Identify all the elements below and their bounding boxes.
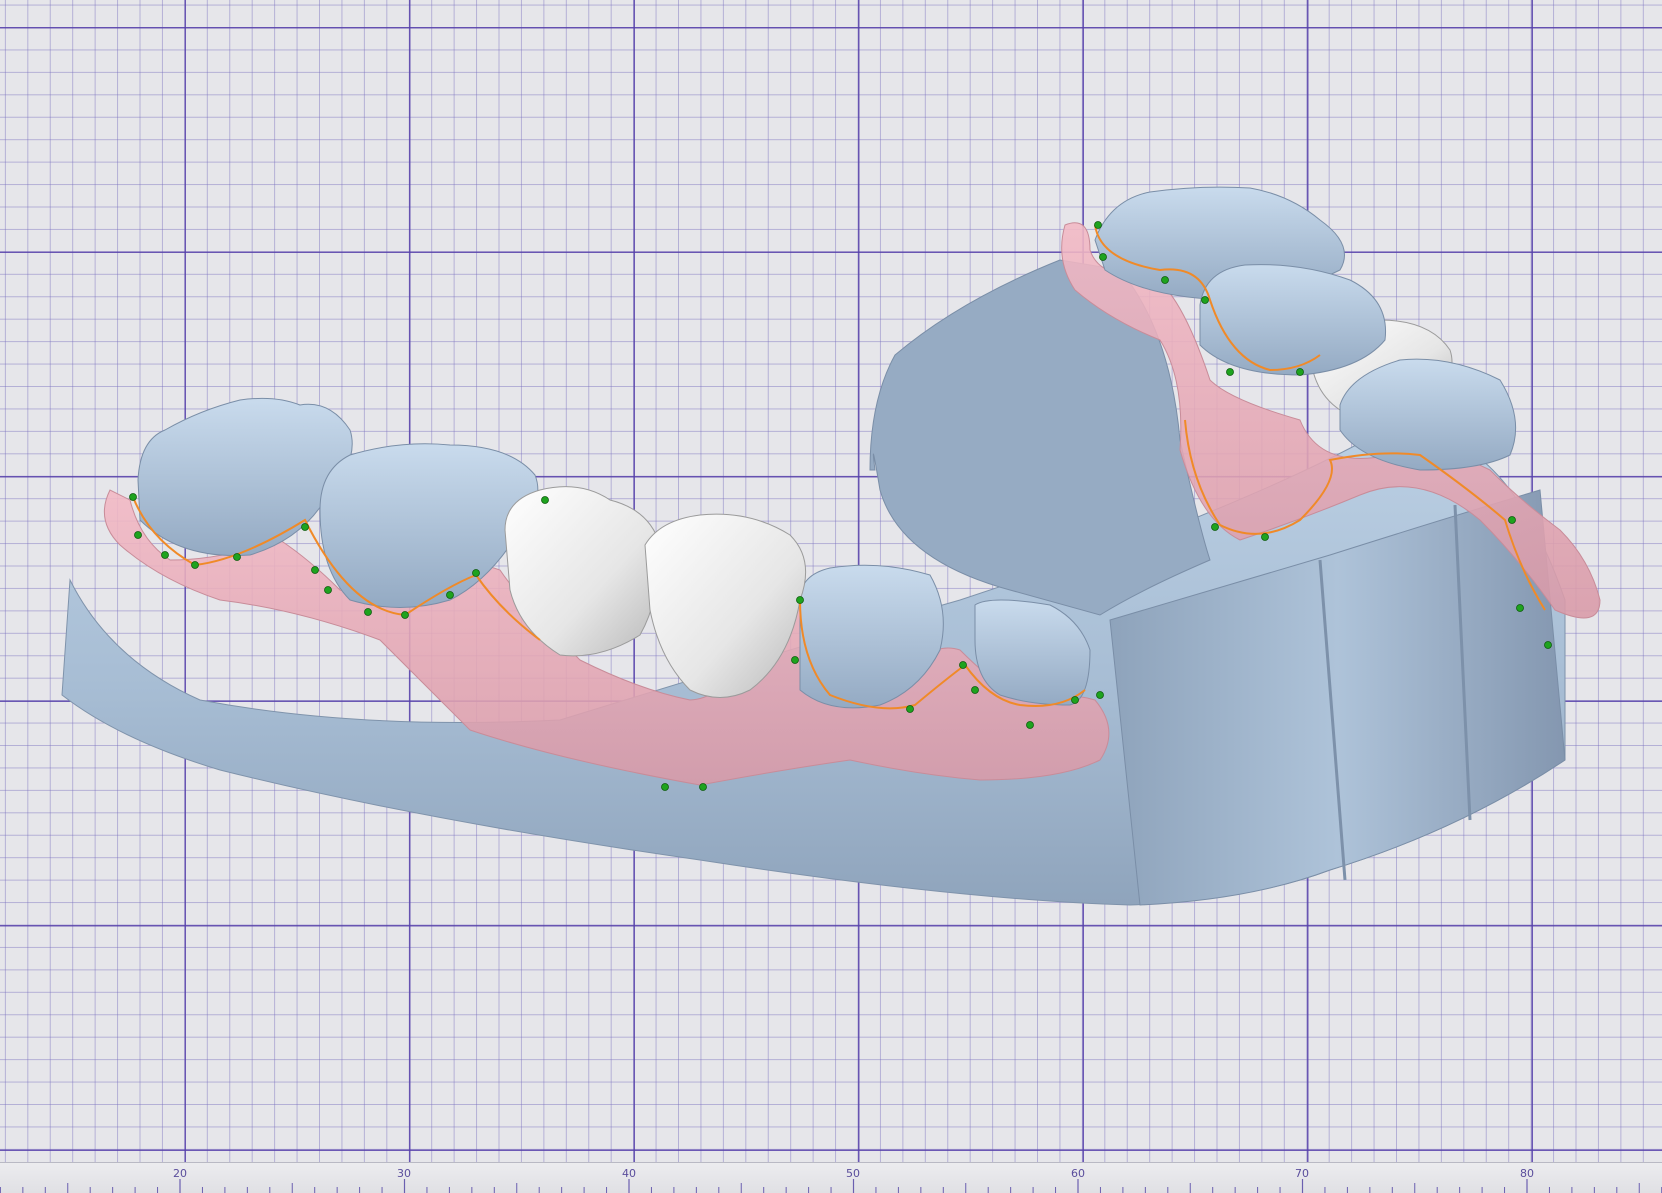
control-point[interactable]	[959, 661, 967, 669]
horizontal-ruler: 20 30 40 50 60 70 80	[0, 1162, 1662, 1193]
control-point[interactable]	[699, 783, 707, 791]
control-point[interactable]	[161, 551, 169, 559]
control-point[interactable]	[1508, 516, 1516, 524]
control-point[interactable]	[541, 496, 549, 504]
control-point[interactable]	[129, 493, 137, 501]
ruler-label-70: 70	[1295, 1167, 1309, 1180]
control-point[interactable]	[1296, 368, 1304, 376]
control-point[interactable]	[1096, 691, 1104, 699]
control-point[interactable]	[791, 656, 799, 664]
control-point[interactable]	[233, 553, 241, 561]
control-point[interactable]	[971, 686, 979, 694]
control-point[interactable]	[191, 561, 199, 569]
ruler-label-50: 50	[846, 1167, 860, 1180]
control-point[interactable]	[324, 586, 332, 594]
control-point[interactable]	[1071, 696, 1079, 704]
control-point[interactable]	[1516, 604, 1524, 612]
ruler-label-40: 40	[622, 1167, 636, 1180]
control-point[interactable]	[1026, 721, 1034, 729]
ruler-label-60: 60	[1071, 1167, 1085, 1180]
ruler-ticks	[0, 1179, 1662, 1193]
control-point[interactable]	[1226, 368, 1234, 376]
control-point[interactable]	[906, 705, 914, 713]
tooth-left-molar-1	[137, 397, 353, 557]
control-point[interactable]	[364, 608, 372, 616]
control-point[interactable]	[472, 569, 480, 577]
control-point[interactable]	[401, 611, 409, 619]
control-point[interactable]	[1099, 253, 1107, 261]
ruler-label-80: 80	[1520, 1167, 1534, 1180]
tooth-right-molar-2	[1199, 264, 1387, 376]
ruler-label-20: 20	[173, 1167, 187, 1180]
control-point[interactable]	[1201, 296, 1209, 304]
control-point[interactable]	[1544, 641, 1552, 649]
ruler-label-30: 30	[397, 1167, 411, 1180]
control-point[interactable]	[446, 591, 454, 599]
control-point[interactable]	[311, 566, 319, 574]
control-point[interactable]	[1161, 276, 1169, 284]
control-point[interactable]	[1211, 523, 1219, 531]
dental-model[interactable]	[0, 0, 1662, 1193]
control-point[interactable]	[1094, 221, 1102, 229]
control-point[interactable]	[301, 523, 309, 531]
control-point[interactable]	[134, 531, 142, 539]
control-point[interactable]	[1261, 533, 1269, 541]
control-point[interactable]	[796, 596, 804, 604]
tooth-right-premolar	[1339, 358, 1517, 471]
3d-viewport[interactable]: 20 30 40 50 60 70 80	[0, 0, 1662, 1193]
control-point[interactable]	[661, 783, 669, 791]
